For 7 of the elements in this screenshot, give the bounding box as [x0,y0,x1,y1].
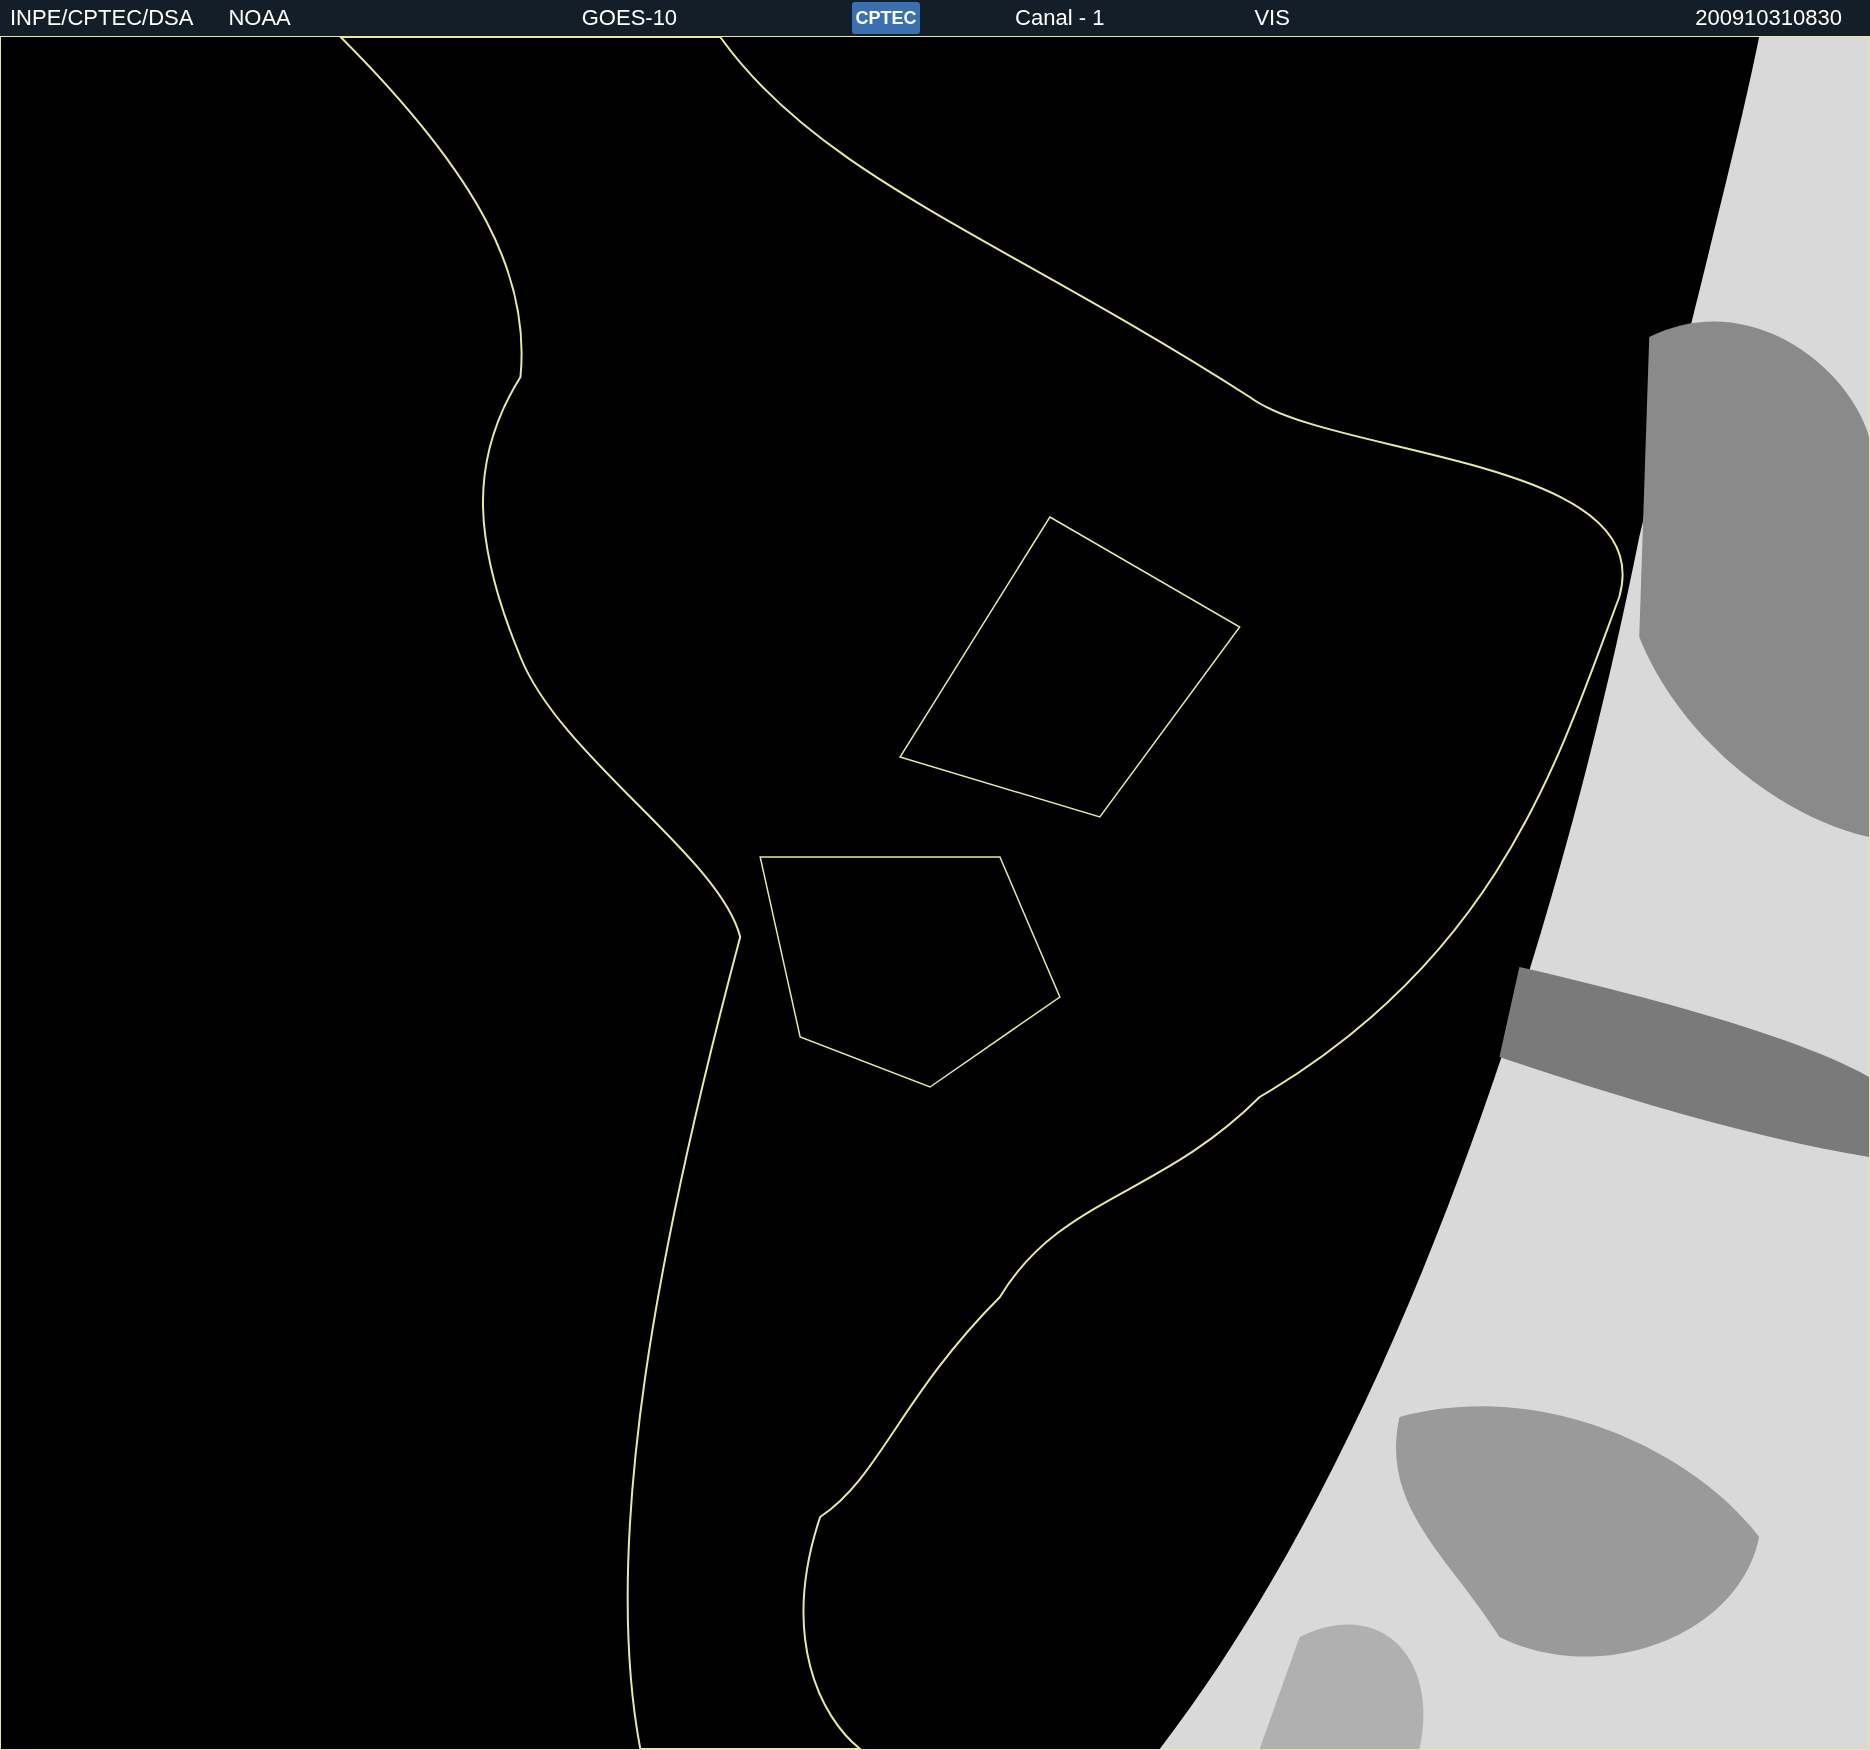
logo: CPTEC [852,2,921,34]
timestamp-label: 200910310830 [1695,5,1842,31]
agency-label: NOAA [228,5,291,31]
satellite-label: GOES-10 [581,5,678,31]
source-label: INPE/CPTEC/DSA [10,5,194,31]
band-label: VIS [1254,5,1290,31]
channel-label: Canal - 1 [1015,5,1105,31]
